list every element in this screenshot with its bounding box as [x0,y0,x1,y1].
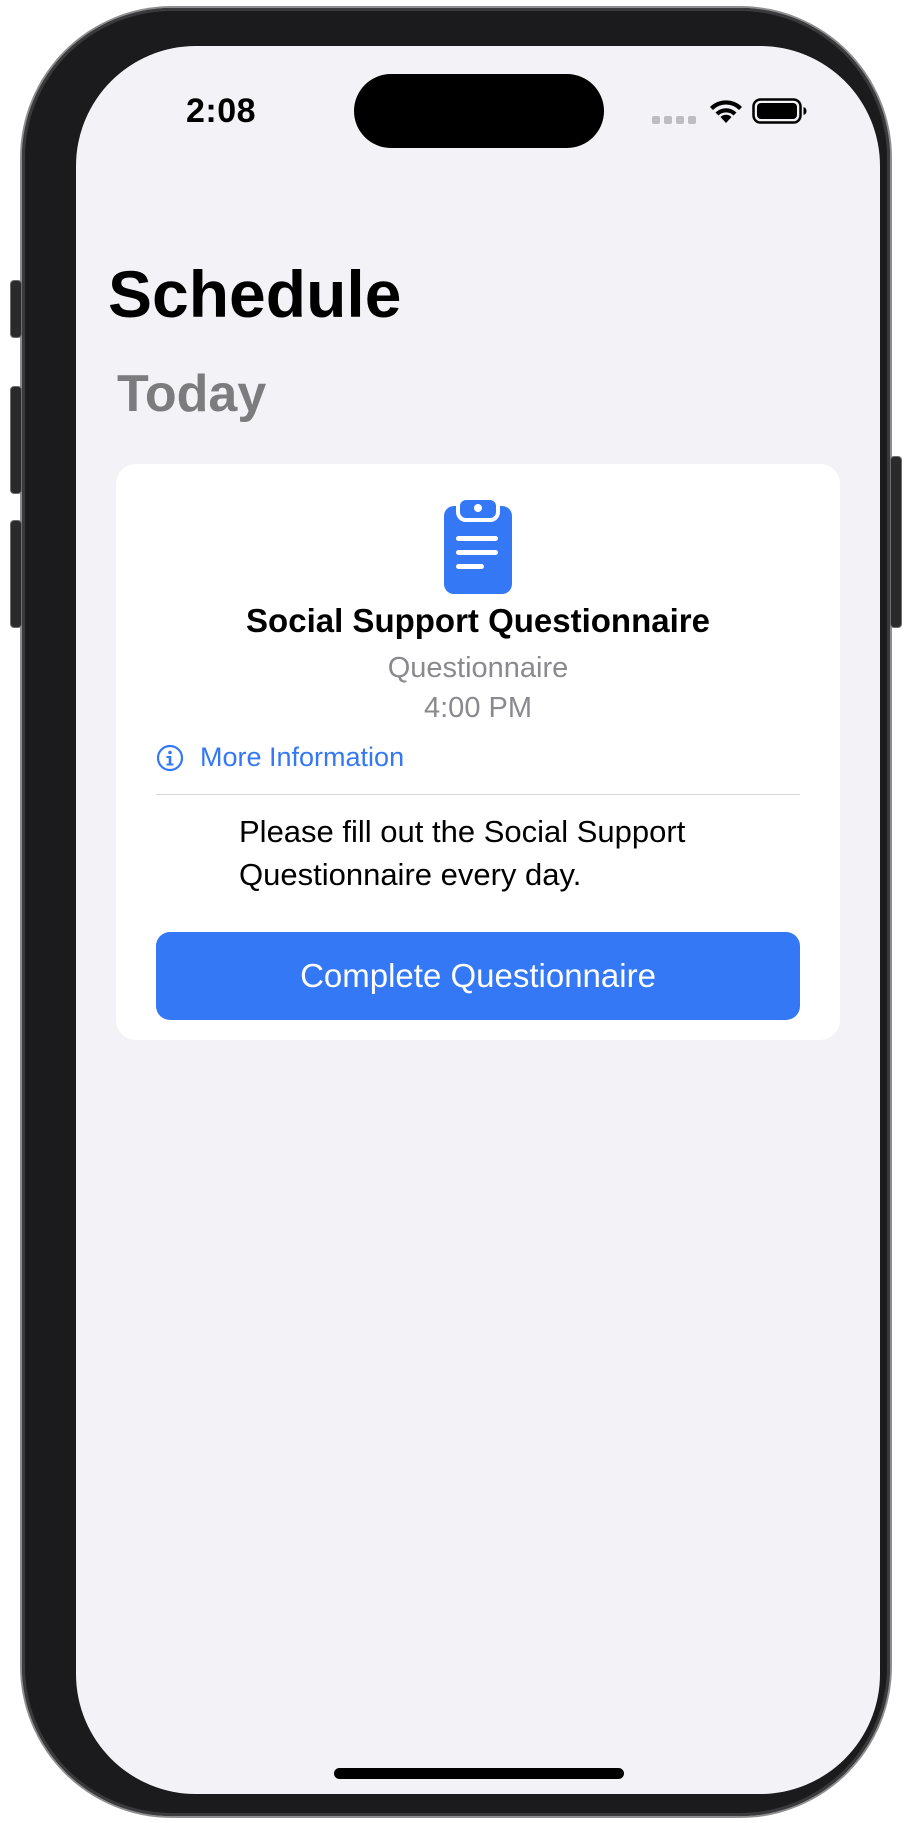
status-time: 2:08 [186,92,257,130]
divider [156,794,800,795]
complete-questionnaire-button[interactable]: Complete Questionnaire [156,932,800,1020]
task-card: Social Support Questionnaire Questionnai… [116,464,840,1040]
more-information-link[interactable]: More Information [156,742,404,773]
power-button [890,456,902,628]
section-header-today: Today [117,365,267,423]
task-time: 4:00 PM [424,692,532,724]
task-type: Questionnaire [387,652,569,684]
info-circle-icon [156,744,184,771]
battery-icon [752,98,807,124]
action-button [10,280,22,338]
task-title: Social Support Questionnaire [246,602,710,639]
wifi-icon [710,100,742,123]
more-information-label: More Information [200,742,405,772]
clipboard-icon [444,496,512,594]
home-indicator[interactable] [334,1768,624,1779]
signal-icon [652,116,696,124]
screen: 2:08 Schedule Today Social Support Quest… [76,46,880,1794]
page-title: Schedule [108,257,402,331]
phone-frame: 2:08 Schedule Today Social Support Quest… [10,8,902,1816]
dynamic-island [354,74,604,148]
volume-up-button [10,386,22,494]
task-instructions: Please fill out the Social Support Quest… [239,814,686,892]
volume-down-button [10,520,22,628]
